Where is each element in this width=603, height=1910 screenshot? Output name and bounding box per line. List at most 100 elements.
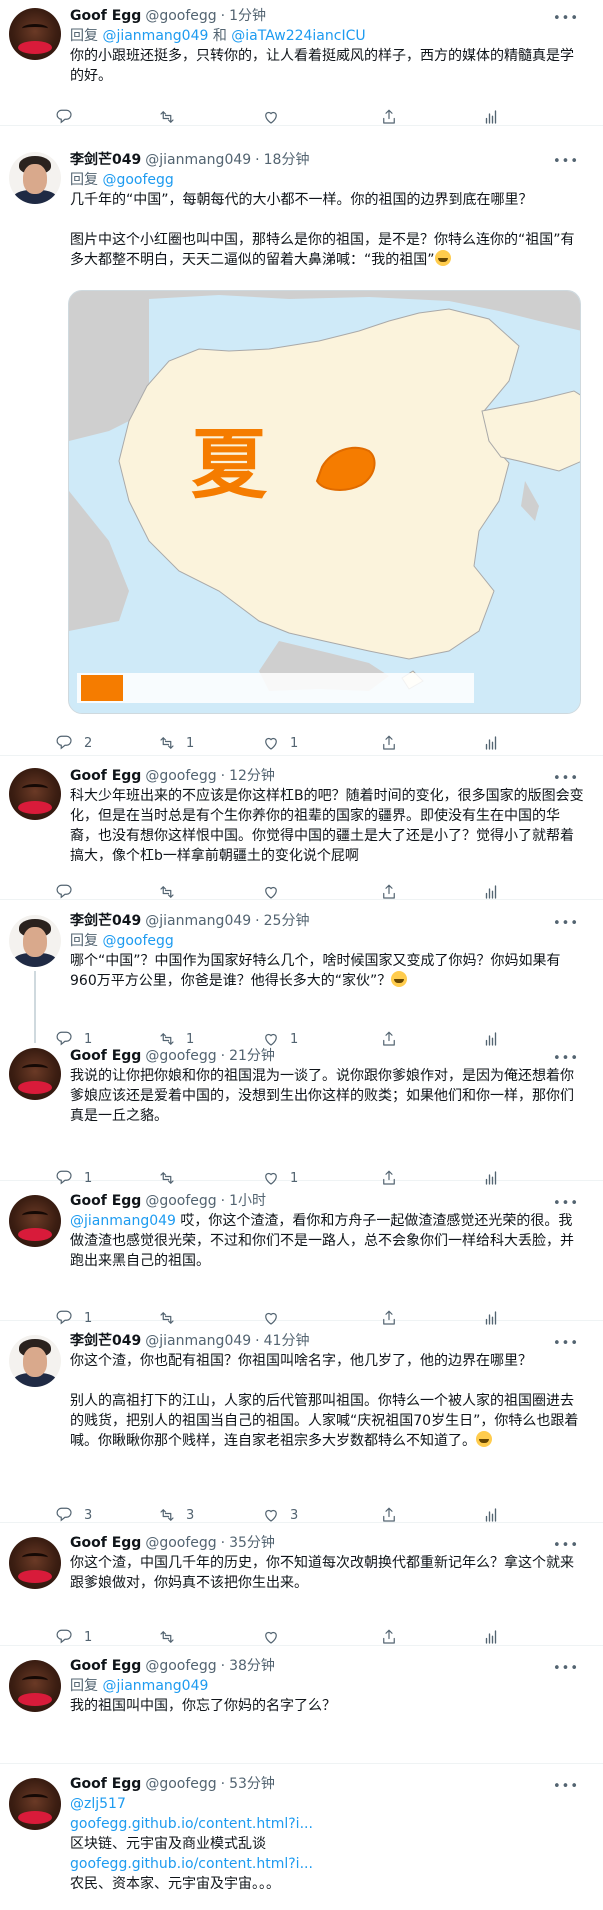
retweet-button[interactable] <box>158 107 186 127</box>
avatar[interactable] <box>9 152 61 204</box>
analytics-button[interactable] <box>482 1505 500 1525</box>
display-name[interactable]: Goof Egg <box>70 1193 141 1209</box>
tweet-header: 李剑芒049 @jianmang049 · 41分钟 <box>70 1331 585 1351</box>
timestamp[interactable]: 53分钟 <box>229 1776 275 1792</box>
retweet-button[interactable]: 3 <box>158 1505 194 1525</box>
tweet[interactable]: ••• Goof Egg @goofegg · 35分钟 你这个渣，中国几千年的历史，… <box>0 1523 603 1646</box>
reply-button[interactable]: 3 <box>56 1505 92 1525</box>
avatar[interactable] <box>9 915 61 967</box>
reply-prefix: 回复 <box>70 933 98 949</box>
tweet-header: Goof Egg @goofegg · 38分钟 <box>70 1656 585 1676</box>
tweet[interactable]: ••• 李剑芒049 @jianmang049 · 41分钟 你这个渣，你也配有祖国？… <box>0 1321 603 1523</box>
reply-prefix: 回复 <box>70 172 98 188</box>
avatar[interactable] <box>9 8 61 60</box>
map-image[interactable]: 夏 <box>68 290 581 714</box>
mention-link[interactable]: @goofegg <box>102 172 173 188</box>
url-link[interactable]: goofegg.github.io/content.html?i... <box>70 1854 585 1874</box>
handle[interactable]: @goofegg <box>145 1658 216 1674</box>
avatar[interactable] <box>9 1335 61 1387</box>
handle[interactable]: @jianmang049 <box>145 1333 251 1349</box>
mention-link[interactable]: @jianmang049 <box>102 28 208 44</box>
like-button[interactable] <box>262 107 290 127</box>
analytics-button[interactable] <box>482 1627 500 1647</box>
tweet[interactable]: ••• 李剑芒049 @jianmang049 · 25分钟 回复 @goofegg … <box>0 901 603 1047</box>
tweet[interactable]: ••• 李剑芒049 @jianmang049 · 18分钟 回复 @goofegg … <box>0 140 603 756</box>
handle[interactable]: @goofegg <box>145 1048 216 1064</box>
share-button[interactable] <box>380 882 398 902</box>
share-button[interactable] <box>380 1627 398 1647</box>
retweet-button[interactable] <box>158 1627 186 1647</box>
share-button[interactable] <box>380 107 398 127</box>
reply-button[interactable]: 1 <box>56 1627 92 1647</box>
tweet-paragraph: 你这个渣，你也配有祖国？你祖国叫啥名字，他几岁了，他的边界在哪里？ <box>70 1353 532 1369</box>
retweet-icon <box>160 1631 174 1643</box>
display-name[interactable]: Goof Egg <box>70 1776 141 1792</box>
url-link[interactable]: goofegg.github.io/content.html?i... <box>70 1814 585 1834</box>
like-button[interactable]: 3 <box>262 1505 298 1525</box>
display-name[interactable]: 李剑芒049 <box>70 152 141 168</box>
timestamp[interactable]: 25分钟 <box>264 913 310 929</box>
tweet-header: Goof Egg @goofegg · 53分钟 <box>70 1774 585 1794</box>
reply-prefix: 回复 <box>70 28 98 44</box>
analytics-button[interactable] <box>482 733 500 753</box>
tweet[interactable]: ••• Goof Egg @goofegg · 12分钟 科大少年班出来的不应该是你这… <box>0 756 603 900</box>
handle[interactable]: @jianmang049 <box>145 152 251 168</box>
action-bar: 3 3 3 <box>0 1505 603 1525</box>
display-name[interactable]: Goof Egg <box>70 8 141 24</box>
handle[interactable]: @goofegg <box>145 8 216 24</box>
share-button[interactable] <box>380 1505 398 1525</box>
timestamp[interactable]: 21分钟 <box>229 1048 275 1064</box>
timestamp[interactable]: 1分钟 <box>229 8 266 24</box>
mention-link[interactable]: @goofegg <box>102 933 173 949</box>
handle[interactable]: @jianmang049 <box>145 913 251 929</box>
display-name[interactable]: 李剑芒049 <box>70 913 141 929</box>
handle[interactable]: @goofegg <box>145 768 216 784</box>
retweet-button[interactable]: 1 <box>158 733 194 753</box>
timestamp[interactable]: 18分钟 <box>264 152 310 168</box>
mention-link[interactable]: @zlj517 <box>70 1794 585 1814</box>
timestamp[interactable]: 1小时 <box>229 1193 266 1209</box>
display-name[interactable]: Goof Egg <box>70 1535 141 1551</box>
reply-button[interactable] <box>56 107 84 127</box>
timestamp-sep: · <box>255 1333 260 1349</box>
tweet[interactable]: ••• Goof Egg @goofegg · 21分钟 我说的让你把你娘和你的祖国混… <box>0 1040 603 1186</box>
display-name[interactable]: Goof Egg <box>70 1048 141 1064</box>
handle[interactable]: @goofegg <box>145 1535 216 1551</box>
avatar[interactable] <box>9 1778 61 1830</box>
like-button[interactable] <box>262 1627 290 1647</box>
avatar[interactable] <box>9 1537 61 1589</box>
analytics-button[interactable] <box>482 107 500 127</box>
mention-link[interactable]: @iaTAw224iancICU <box>231 28 365 44</box>
handle[interactable]: @goofegg <box>145 1776 216 1792</box>
avatar[interactable] <box>9 1048 61 1100</box>
analytics-button[interactable] <box>482 882 500 902</box>
reply-button[interactable] <box>56 882 84 902</box>
display-name[interactable]: Goof Egg <box>70 768 141 784</box>
handle[interactable]: @goofegg <box>145 1193 216 1209</box>
rofl-emoji-icon <box>391 971 408 987</box>
avatar[interactable] <box>9 768 61 820</box>
mention-link[interactable]: @jianmang049 <box>102 1678 208 1694</box>
timestamp[interactable]: 35分钟 <box>229 1535 275 1551</box>
retweet-button[interactable] <box>158 882 186 902</box>
timestamp[interactable]: 12分钟 <box>229 768 275 784</box>
avatar[interactable] <box>9 1660 61 1712</box>
tweet[interactable]: ••• Goof Egg @goofegg · 1小时 @jianmang049 哎，… <box>0 1181 603 1326</box>
mention-link[interactable]: @jianmang049 <box>70 1213 176 1229</box>
tweet[interactable]: ••• Goof Egg @goofegg · 38分钟 回复 @jianmang04… <box>0 1646 603 1764</box>
tweet[interactable]: ••• Goof Egg @goofegg · 53分钟 @zlj517 goofeg… <box>0 1764 603 1910</box>
timestamp[interactable]: 41分钟 <box>264 1333 310 1349</box>
timestamp[interactable]: 38分钟 <box>229 1658 275 1674</box>
like-button[interactable] <box>262 882 290 902</box>
reply-prefix: 回复 <box>70 1678 98 1694</box>
reply-button[interactable]: 2 <box>56 733 92 753</box>
avatar[interactable] <box>9 1195 61 1247</box>
display-name[interactable]: Goof Egg <box>70 1658 141 1674</box>
like-button[interactable]: 1 <box>262 733 298 753</box>
display-name[interactable]: 李剑芒049 <box>70 1333 141 1349</box>
tweet-header: Goof Egg @goofegg · 12分钟 <box>70 766 585 786</box>
tweet[interactable]: ••• Goof Egg @goofegg · 1分钟 回复 @jianmang049… <box>0 0 603 126</box>
tweet-paragraph: 你这个渣，中国几千年的历史，你不知道每次改朝换代都重新记年么？拿这个就来跟爹娘做… <box>70 1555 574 1591</box>
share-button[interactable] <box>380 733 398 753</box>
tweet-paragraph: 几千年的“中国”，每朝每代的大小都不一样。你的祖国的边界到底在哪里？ <box>70 192 533 208</box>
